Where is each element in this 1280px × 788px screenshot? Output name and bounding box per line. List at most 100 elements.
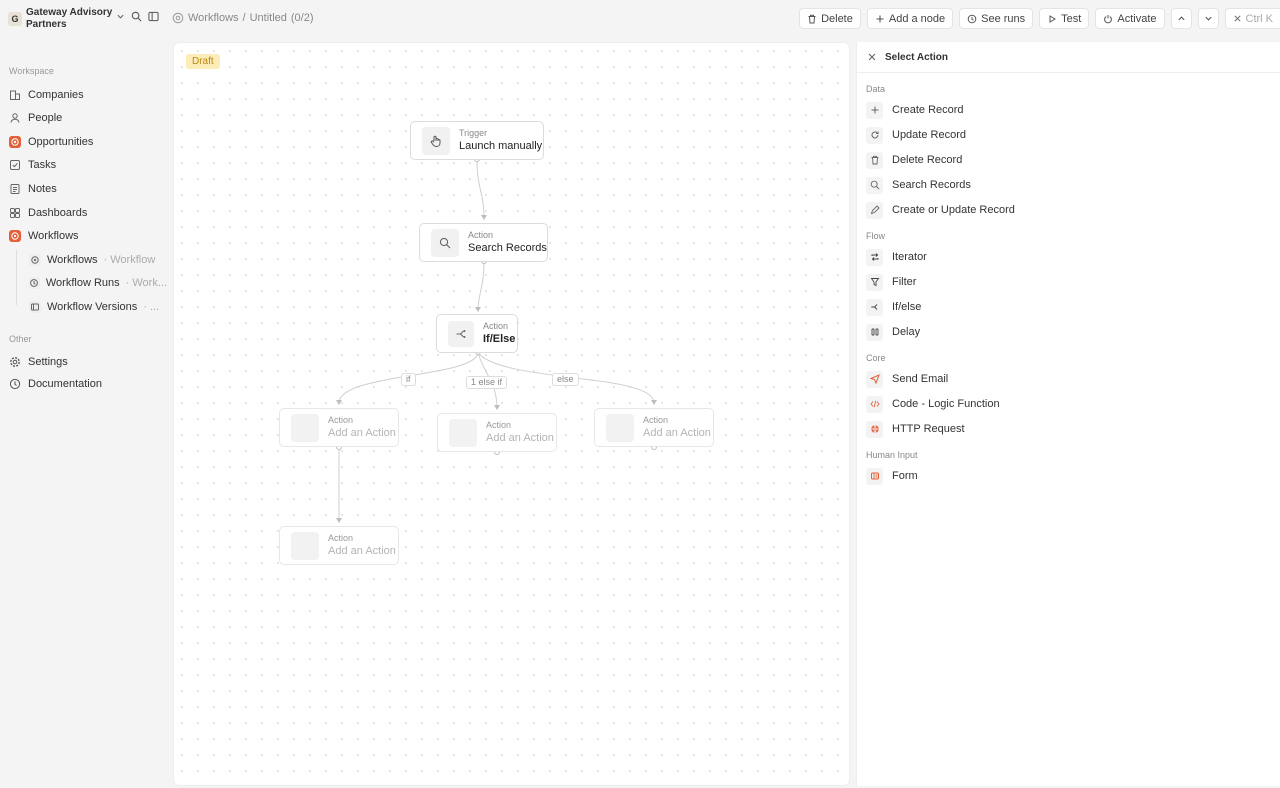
command-menu-button[interactable]: Ctrl K xyxy=(1224,8,1280,29)
power-icon xyxy=(1103,14,1113,24)
sidebar-subitem-workflow-runs[interactable]: Workflow Runs · Work... xyxy=(29,275,167,291)
previous-record-button[interactable] xyxy=(1170,8,1192,29)
node-label: If/Else xyxy=(483,333,516,345)
sidebar-item-workflows[interactable]: Workflows xyxy=(9,228,79,244)
breadcrumb-title[interactable]: Untitled xyxy=(250,12,287,24)
empty-placeholder xyxy=(449,418,477,447)
chevron-up-icon xyxy=(1177,14,1186,23)
category-data: Data xyxy=(866,84,886,94)
action-create-or-update-record[interactable]: Create or Update Record xyxy=(866,201,1015,219)
gear-icon xyxy=(9,356,21,368)
sidebar-item-label: Tasks xyxy=(28,159,57,171)
sidebar-item-companies[interactable]: Companies xyxy=(9,87,84,103)
node-type: Trigger xyxy=(459,128,488,138)
breadcrumb: Workflows / Untitled (0/2) xyxy=(172,12,314,24)
action-create-record[interactable]: Create Record xyxy=(866,101,964,119)
pencil-icon xyxy=(866,201,883,219)
category-core: Core xyxy=(866,353,886,363)
target-icon xyxy=(9,136,21,148)
sidebar-subitem-label: Workflow Versions xyxy=(47,301,138,313)
action-search-records[interactable]: Search Records xyxy=(866,176,971,194)
action-form[interactable]: Form xyxy=(866,467,918,485)
test-button[interactable]: Test xyxy=(1039,8,1090,29)
action-filter[interactable]: Filter xyxy=(866,273,916,291)
action-label: HTTP Request xyxy=(892,423,965,435)
sidebar-item-label: People xyxy=(28,112,63,124)
add-node-button[interactable]: Add a node xyxy=(866,8,954,29)
action-code[interactable]: Code - Logic Function xyxy=(866,395,1000,413)
action-label: Search Records xyxy=(892,179,971,191)
search-icon[interactable] xyxy=(131,11,142,22)
breadcrumb-root[interactable]: Workflows xyxy=(188,12,239,24)
if-else-node[interactable]: Action If/Else xyxy=(436,314,518,353)
sidebar-subitem-object: · Work... xyxy=(125,277,167,289)
search-records-node[interactable]: Action Search Records xyxy=(419,223,548,262)
action-iterator[interactable]: Iterator xyxy=(866,248,927,266)
action-delay[interactable]: Delay xyxy=(866,323,920,341)
help-icon xyxy=(9,378,21,390)
tree-line xyxy=(16,250,17,305)
node-label: Add an Action xyxy=(486,432,554,444)
sidebar-subitem-label: Workflow Runs xyxy=(45,277,120,289)
node-label: Launch manually xyxy=(459,140,543,152)
workflow-canvas[interactable]: Draft if 1 else if else Trigger Launch m… xyxy=(173,42,850,786)
sidebar-subitem-label: Workflows xyxy=(47,254,98,266)
action-delete-record[interactable]: Delete Record xyxy=(866,151,962,169)
action-send-email[interactable]: Send Email xyxy=(866,370,948,388)
see-runs-button[interactable]: See runs xyxy=(959,8,1034,29)
action-update-record[interactable]: Update Record xyxy=(866,126,966,144)
activate-button-label: Activate xyxy=(1117,12,1157,25)
empty-action-node[interactable]: Action Add an Action xyxy=(594,408,714,447)
category-human-input: Human Input xyxy=(866,450,918,460)
see-runs-button-label: See runs xyxy=(981,12,1026,25)
sidebar-item-label: Companies xyxy=(28,89,84,101)
edge-label-else-if[interactable]: 1 else if xyxy=(466,376,508,389)
refresh-icon xyxy=(866,126,883,144)
sidebar-item-dashboards[interactable]: Dashboards xyxy=(9,205,87,221)
node-type: Action xyxy=(468,230,494,240)
other-section-label: Other xyxy=(9,334,32,344)
delete-button[interactable]: Delete xyxy=(799,8,861,29)
sidebar: Workspace Companies People Opportunities… xyxy=(0,38,172,788)
pause-icon xyxy=(866,323,883,341)
sidebar-subitem-workflow-versions[interactable]: Workflow Versions · ... xyxy=(29,299,167,315)
workspace-switcher[interactable]: G Gateway Advisory Partners xyxy=(8,7,118,31)
sidebar-item-tasks[interactable]: Tasks xyxy=(9,157,56,173)
panel-header: Select Action xyxy=(857,42,1280,73)
activate-button[interactable]: Activate xyxy=(1095,8,1165,29)
empty-action-node[interactable]: Action Add an Action xyxy=(279,408,399,447)
next-record-button[interactable] xyxy=(1197,8,1219,29)
action-http-request[interactable]: HTTP Request xyxy=(866,420,965,438)
sidebar-subitem-workflows[interactable]: Workflows · Workflow xyxy=(29,252,167,268)
history-icon xyxy=(29,277,40,289)
edge-label-else[interactable]: else xyxy=(552,373,579,386)
node-type: Action xyxy=(328,415,354,425)
chevron-down-icon xyxy=(1204,14,1213,23)
close-icon[interactable] xyxy=(867,52,877,62)
test-button-label: Test xyxy=(1061,12,1082,25)
sidebar-item-documentation[interactable]: Documentation xyxy=(9,376,102,392)
sidebar-item-people[interactable]: People xyxy=(9,110,62,126)
action-label: Code - Logic Function xyxy=(892,398,1000,410)
node-label: Add an Action xyxy=(328,427,396,439)
trigger-node[interactable]: Trigger Launch manually xyxy=(410,121,544,160)
sidebar-item-settings[interactable]: Settings xyxy=(9,354,68,370)
action-if-else[interactable]: If/else xyxy=(866,298,921,316)
sidebar-item-notes[interactable]: Notes xyxy=(9,181,57,197)
history-icon xyxy=(967,14,977,24)
workspace-logo: G xyxy=(8,12,22,26)
empty-action-node[interactable]: Action Add an Action xyxy=(437,413,557,452)
node-type: Action xyxy=(486,420,512,430)
edge-label-if[interactable]: if xyxy=(401,373,416,386)
sidebar-item-opportunities[interactable]: Opportunities xyxy=(9,134,93,150)
add-node-button-label: Add a node xyxy=(888,12,946,25)
panel-title: Select Action xyxy=(885,51,948,63)
sidebar-item-label: Notes xyxy=(28,183,57,195)
form-icon xyxy=(866,467,883,485)
sidebar-toggle-icon[interactable] xyxy=(148,11,159,22)
chevron-down-icon[interactable] xyxy=(116,11,125,22)
dashboard-icon xyxy=(9,207,21,219)
empty-action-node[interactable]: Action Add an Action xyxy=(279,526,399,565)
workspace-name: Gateway Advisory Partners xyxy=(26,7,113,30)
close-icon xyxy=(1233,14,1242,23)
